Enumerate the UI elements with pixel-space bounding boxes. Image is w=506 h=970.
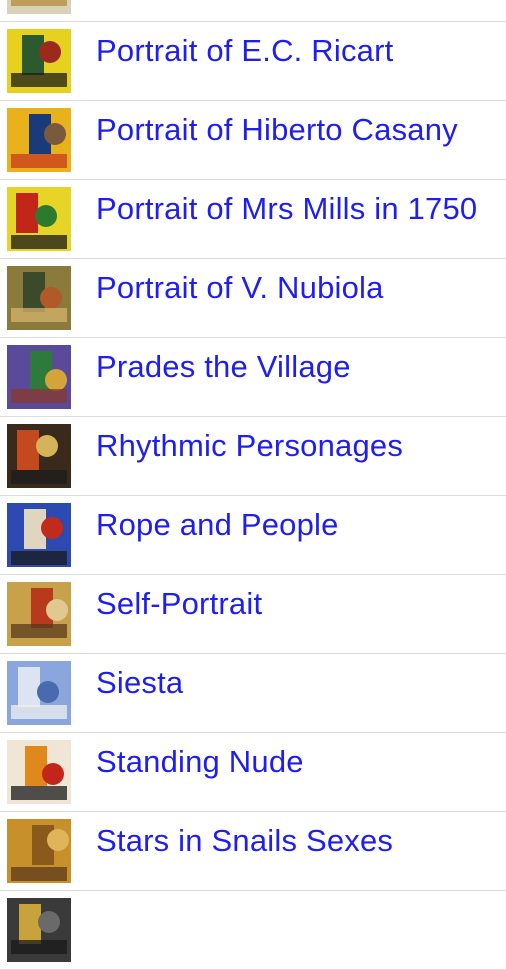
- painting-thumbnail: [7, 661, 71, 725]
- list-item[interactable]: Prades the Village: [0, 338, 506, 417]
- painting-thumbnail: [7, 740, 71, 804]
- painting-thumbnail: [7, 503, 71, 567]
- painting-title[interactable]: Portrait of E.C. Ricart: [96, 32, 393, 71]
- list-item[interactable]: [0, 0, 506, 22]
- painting-thumbnail: [7, 266, 71, 330]
- painting-title[interactable]: Standing Nude: [96, 743, 304, 782]
- list-item[interactable]: Portrait of Mrs Mills in 1750: [0, 180, 506, 259]
- painting-thumbnail: [7, 29, 71, 93]
- painting-title[interactable]: Self-Portrait: [96, 585, 262, 624]
- list-item[interactable]: Rope and People: [0, 496, 506, 575]
- painting-thumbnail: [7, 898, 71, 962]
- painting-thumbnail: [7, 0, 71, 14]
- painting-title[interactable]: Portrait of Hiberto Casany: [96, 111, 458, 150]
- painting-thumbnail: [7, 424, 71, 488]
- painting-title[interactable]: Rhythmic Personages: [96, 427, 403, 466]
- painting-thumbnail: [7, 108, 71, 172]
- painting-title[interactable]: Siesta: [96, 664, 183, 703]
- painting-title[interactable]: Portrait of V. Nubiola: [96, 269, 384, 308]
- painting-title[interactable]: Portrait of Mrs Mills in 1750: [96, 190, 477, 229]
- painting-title[interactable]: Prades the Village: [96, 348, 351, 387]
- list-item[interactable]: Portrait of E.C. Ricart: [0, 22, 506, 101]
- list-item[interactable]: Portrait of V. Nubiola: [0, 259, 506, 338]
- list-item[interactable]: [0, 891, 506, 970]
- painting-title[interactable]: Rope and People: [96, 506, 339, 545]
- painting-thumbnail: [7, 187, 71, 251]
- painting-title[interactable]: Stars in Snails Sexes: [96, 822, 393, 861]
- painting-list: Portrait of E.C. Ricart Portrait of Hiber…: [0, 0, 506, 970]
- list-item[interactable]: Standing Nude: [0, 733, 506, 812]
- painting-thumbnail: [7, 819, 71, 883]
- list-item[interactable]: Rhythmic Personages: [0, 417, 506, 496]
- list-item[interactable]: Stars in Snails Sexes: [0, 812, 506, 891]
- list-item[interactable]: Self-Portrait: [0, 575, 506, 654]
- list-item[interactable]: Portrait of Hiberto Casany: [0, 101, 506, 180]
- painting-thumbnail: [7, 582, 71, 646]
- painting-thumbnail: [7, 345, 71, 409]
- list-item[interactable]: Siesta: [0, 654, 506, 733]
